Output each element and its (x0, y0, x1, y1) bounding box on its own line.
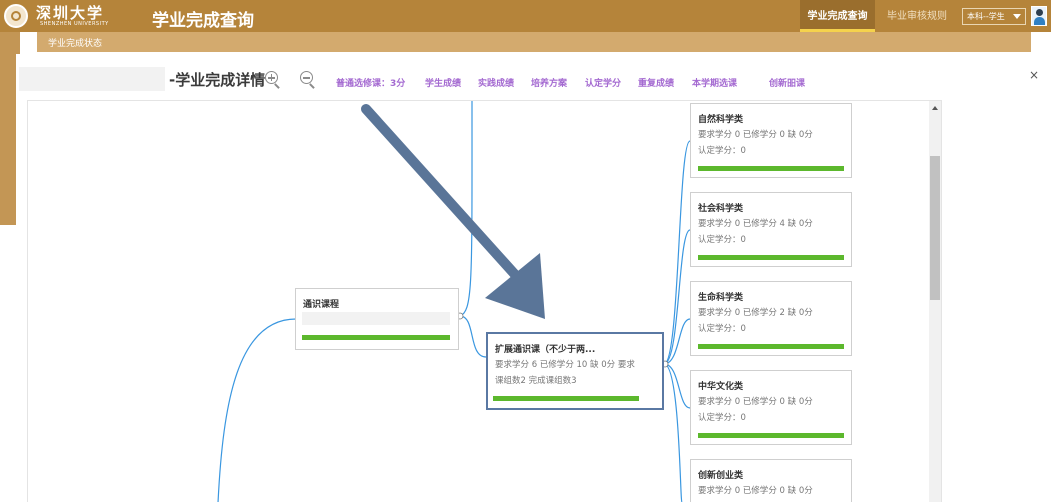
progress-bar (698, 433, 844, 438)
node-recognized-credits: 认定学分：0 (698, 235, 746, 245)
node-group-count: 课组数2 完成课组数3 (495, 376, 577, 386)
node-title: 社会科学类 (698, 204, 744, 214)
node-recognized-credits: 认定学分：0 (698, 413, 746, 423)
node-life-science[interactable]: 生命科学类 要求学分 0 已修学分 2 缺 0分 认定学分：0 (690, 281, 852, 356)
node-title: 中华文化类 (698, 382, 744, 392)
mindmap-canvas[interactable]: 通识课程 扩展通识课（不少于两... 要求学分 6 已修学分 10 缺 0分 要… (27, 100, 942, 502)
link-general-electives[interactable]: 普通选修课：3分 (336, 76, 405, 89)
edge-child-5 (663, 363, 683, 502)
node-credits: 要求学分 0 已修学分 0 缺 0分 (698, 397, 813, 407)
student-name-redacted (19, 67, 165, 91)
link-semester-selection[interactable]: 本学期选课 (692, 76, 737, 89)
node-innovation-entrepreneurship[interactable]: 创新创业类 要求学分 0 已修学分 0 缺 0分 (690, 459, 852, 502)
detail-modal: -学业完成详情 普通选修课：3分 学生成绩 实践成绩 培养方案 认定学分 重复成… (16, 54, 1051, 502)
edge-child-2 (663, 229, 691, 365)
node-title: 创新创业类 (698, 471, 744, 481)
close-icon[interactable]: × (1029, 68, 1039, 82)
scroll-up-icon[interactable] (932, 106, 938, 110)
zoom-out-icon[interactable] (300, 71, 318, 89)
progress-bar (698, 255, 844, 260)
university-seal-icon (4, 4, 28, 28)
link-student-grades[interactable]: 学生成绩 (425, 76, 461, 89)
top-header: 深圳大学 SHENZHEN UNIVERSITY 学业完成查询 学业完成查询 毕… (0, 0, 1051, 32)
node-credits: 要求学分 6 已修学分 10 缺 0分 要求 (495, 360, 635, 370)
edge-parent-selected (459, 315, 487, 358)
link-training-plan[interactable]: 培养方案 (531, 76, 567, 89)
link-recognized-credits[interactable]: 认定学分 (585, 76, 621, 89)
progress-bar (698, 166, 844, 171)
university-logo-text: 深圳大学 (36, 4, 105, 22)
breadcrumb[interactable]: 学业完成状态 (48, 36, 102, 49)
node-credits: 要求学分 0 已修学分 4 缺 0分 (698, 219, 813, 229)
modal-title: -学业完成详情 (169, 71, 266, 89)
user-role-select[interactable]: 本科--学生 (962, 8, 1026, 25)
node-chinese-culture[interactable]: 中华文化类 要求学分 0 已修学分 0 缺 0分 认定学分：0 (690, 370, 852, 445)
progress-bar (302, 335, 450, 340)
sub-header-bar: 学业完成状态 (37, 32, 1031, 52)
annotation-arrow-shaft (361, 104, 524, 284)
node-detail-redacted (302, 312, 450, 325)
nav-tab-academic-completion[interactable]: 学业完成查询 (800, 0, 875, 32)
avatar[interactable] (1031, 6, 1047, 26)
link-innovation-course[interactable]: 创新昍课 (769, 76, 805, 89)
node-credits: 要求学分 0 已修学分 2 缺 0分 (698, 308, 813, 318)
progress-bar (493, 396, 639, 401)
app-title: 学业完成查询 (152, 11, 254, 31)
edge-child-4 (663, 363, 691, 409)
node-extended-general-education[interactable]: 扩展通识课（不少于两... 要求学分 6 已修学分 10 缺 0分 要求 课组数… (486, 332, 664, 410)
link-practice-grades[interactable]: 实践成绩 (478, 76, 514, 89)
annotation-arrow-head (485, 253, 545, 319)
node-title: 自然科学类 (698, 115, 744, 125)
node-credits: 要求学分 0 已修学分 0 缺 0分 (698, 130, 813, 140)
node-credits: 要求学分 0 已修学分 0 缺 0分 (698, 486, 813, 496)
progress-bar (698, 344, 844, 349)
node-title: 生命科学类 (698, 293, 744, 303)
node-title: 扩展通识课（不少于两... (495, 345, 596, 355)
user-role-label: 本科--学生 (967, 12, 1005, 21)
edge-child-1 (663, 140, 691, 365)
node-title: 通识课程 (303, 300, 340, 310)
vertical-scrollbar[interactable] (929, 101, 941, 502)
zoom-in-icon[interactable] (265, 71, 283, 89)
link-repeated-grades[interactable]: 重复成绩 (638, 76, 674, 89)
edge-to-parent (217, 318, 297, 502)
chevron-down-icon (1013, 14, 1021, 19)
scrollbar-thumb[interactable] (930, 156, 940, 300)
nav-tab-graduation-rules[interactable]: 毕业审核规则 (879, 0, 955, 32)
node-general-education[interactable]: 通识课程 (295, 288, 459, 350)
node-social-science[interactable]: 社会科学类 要求学分 0 已修学分 4 缺 0分 认定学分：0 (690, 192, 852, 267)
node-natural-science[interactable]: 自然科学类 要求学分 0 已修学分 0 缺 0分 认定学分：0 (690, 103, 852, 178)
node-recognized-credits: 认定学分：0 (698, 324, 746, 334)
university-logo-english: SHENZHEN UNIVERSITY (40, 21, 109, 27)
node-recognized-credits: 认定学分：0 (698, 146, 746, 156)
